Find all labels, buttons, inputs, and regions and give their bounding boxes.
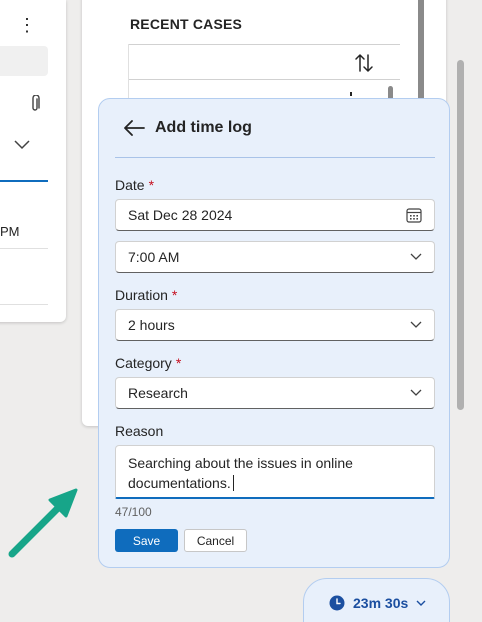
category-label-text: Category [115,355,172,371]
calendar-icon[interactable] [406,208,422,223]
date-label-text: Date [115,177,145,193]
duration-dropdown[interactable]: 2 hours [115,309,435,341]
category-value: Research [128,385,188,401]
save-button[interactable]: Save [115,529,178,552]
required-marker: * [171,287,178,303]
time-fragment: PM [0,224,20,239]
timer-value: 23m 30s [353,595,409,611]
attachment-icon[interactable] [30,95,40,113]
chevron-down-icon[interactable] [14,140,30,150]
back-arrow-icon[interactable] [123,119,145,137]
reason-text-line-2: documentations. [128,473,422,493]
divider [128,79,400,80]
page-scrollbar[interactable] [457,60,464,410]
chevron-down-icon [410,321,422,328]
divider [0,248,48,249]
panel-scrollbar[interactable] [418,0,424,104]
cancel-button[interactable]: Cancel [184,529,247,552]
reason-textarea[interactable]: Searching about the issues in online doc… [115,445,435,499]
more-options-icon[interactable] [350,92,352,96]
reason-text-line: Searching about the issues in online [128,455,353,471]
background-card-left: ⋮ PM [0,0,66,322]
duration-label-text: Duration [115,287,168,303]
chevron-down-icon [410,389,422,396]
divider [0,304,48,305]
input-background [0,46,48,76]
chevron-down-icon [410,253,422,260]
category-label: Category * [115,355,181,371]
time-value: 7:00 AM [128,249,180,265]
more-options-icon[interactable]: ⋮ [18,16,36,34]
recent-cases-title: RECENT CASES [130,16,243,32]
date-value: Sat Dec 28 2024 [128,207,233,223]
annotation-arrow-icon [8,488,78,558]
selected-underline [0,180,48,182]
required-marker: * [175,355,182,371]
timer-button[interactable]: 23m 30s [303,578,450,622]
date-field[interactable]: Sat Dec 28 2024 [115,199,435,231]
duration-label: Duration * [115,287,177,303]
category-dropdown[interactable]: Research [115,377,435,409]
text-caret [232,475,234,491]
character-counter: 47/100 [115,505,152,519]
panel-title: Add time log [155,119,252,136]
reason-label: Reason [115,423,164,439]
clock-icon [329,595,345,611]
chevron-down-icon [416,600,426,606]
add-time-log-panel: Add time log Date * Sat Dec 28 2024 7:00 … [98,98,450,568]
reason-text-line: documentations. [128,475,231,491]
time-dropdown[interactable]: 7:00 AM [115,241,435,273]
date-label: Date * [115,177,154,193]
sort-icon[interactable] [354,52,374,74]
divider [115,157,435,158]
required-marker: * [148,177,155,193]
duration-value: 2 hours [128,317,175,333]
divider [128,44,400,45]
